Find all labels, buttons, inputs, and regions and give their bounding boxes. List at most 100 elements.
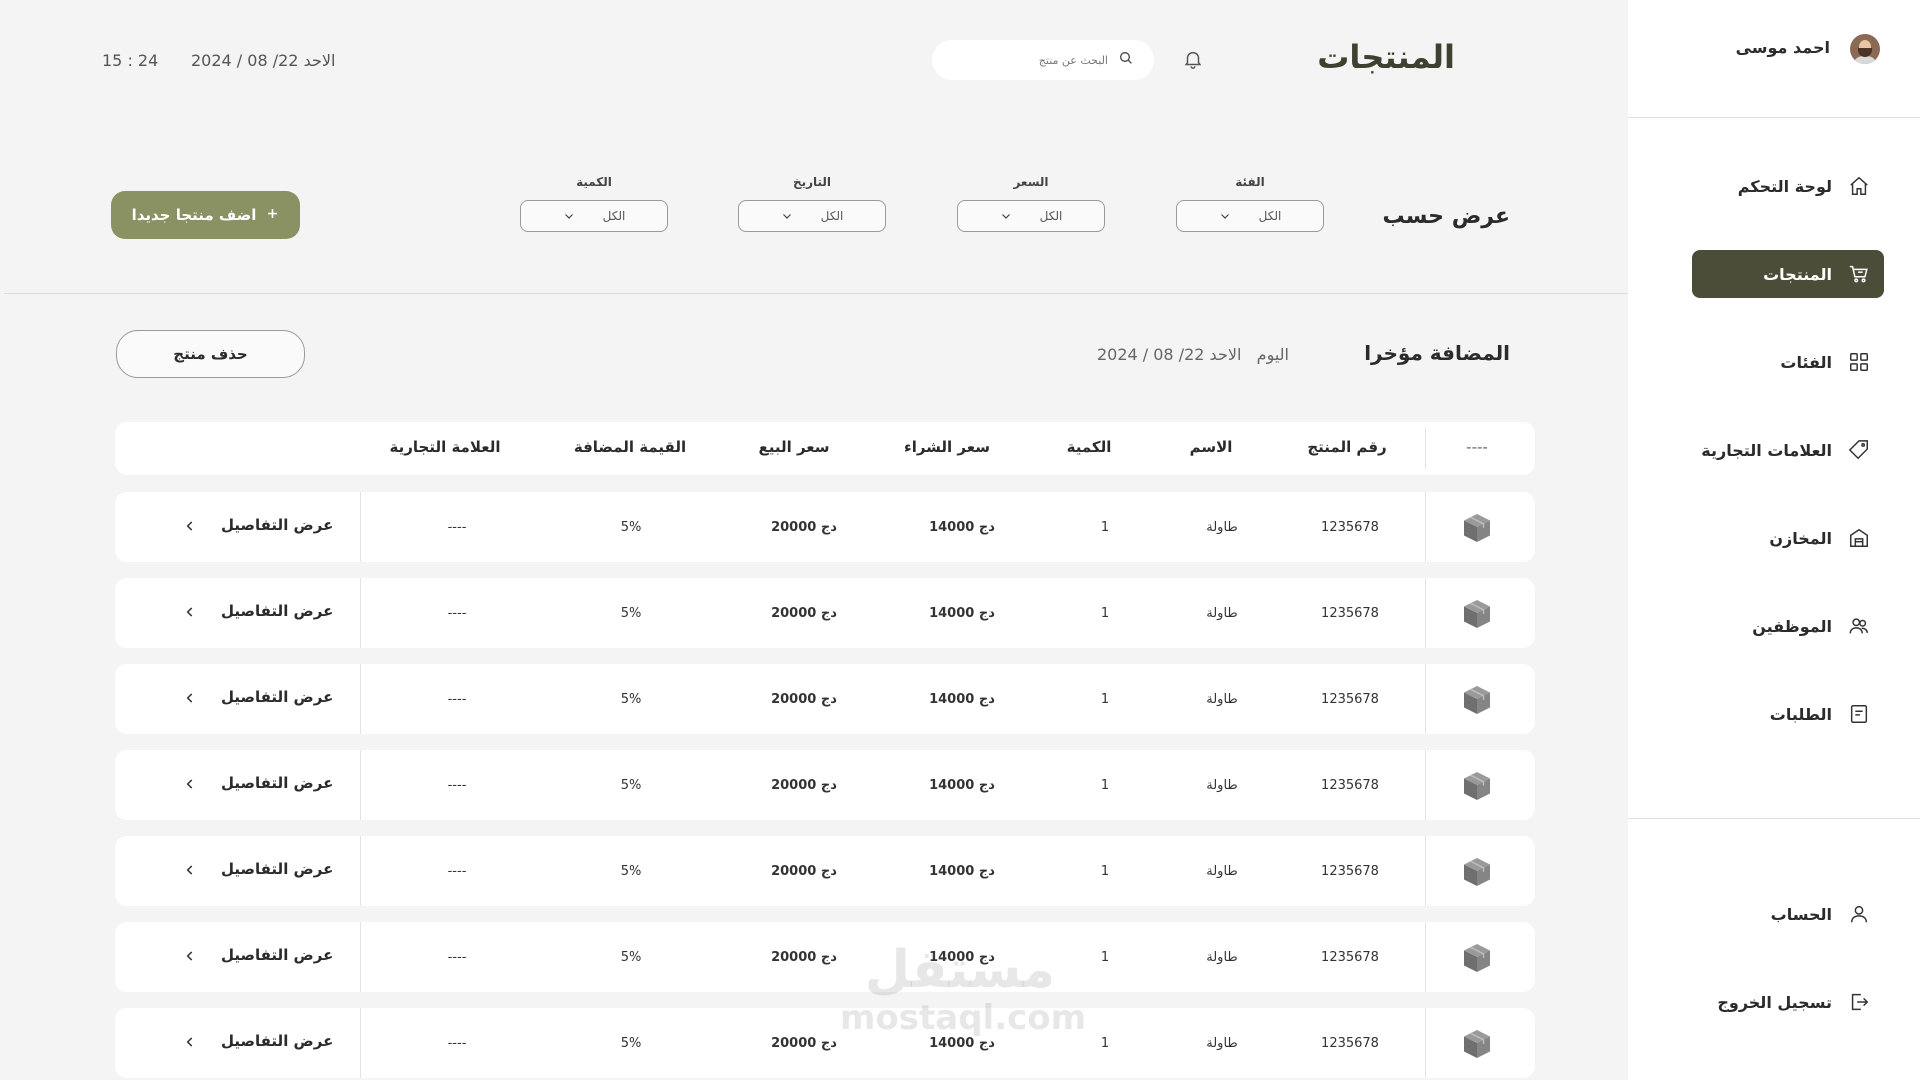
- sidebar-item-logout[interactable]: تسجيل الخروج: [1692, 978, 1884, 1026]
- cell-name: طاولة: [1206, 1036, 1238, 1051]
- filter-date: التاريخ الكل: [738, 175, 886, 232]
- chevron-left-icon: [183, 518, 197, 532]
- table-row[interactable]: 1235678 طاولة 1 14000 دج 20000 دج 5% ---- عرض ا…: [115, 750, 1535, 820]
- column-divider: [360, 750, 361, 820]
- column-divider: [360, 922, 361, 992]
- column-header-name[interactable]: الاسم: [1190, 438, 1233, 456]
- sidebar-item-dashboard[interactable]: لوحة التحكم: [1692, 162, 1884, 210]
- cell-id: 1235678: [1321, 778, 1379, 793]
- cell-brand: ----: [447, 1036, 467, 1051]
- filter-quantity-select[interactable]: الكل: [520, 200, 668, 232]
- sidebar-item-label: المخازن: [1769, 528, 1832, 548]
- view-details-button[interactable]: عرض التفاصيل: [183, 602, 333, 620]
- sidebar: احمد موسى لوحة التحكم المنتجات الفئات ال…: [1628, 0, 1920, 1080]
- section-title: المضافة مؤخرا: [1364, 341, 1510, 365]
- sidebar-item-brands[interactable]: العلامات التجارية: [1692, 426, 1884, 474]
- filter-label: السعر: [1013, 175, 1049, 189]
- chevron-left-icon: [183, 948, 197, 962]
- sidebar-item-account[interactable]: الحساب: [1692, 890, 1884, 938]
- search-box[interactable]: [932, 40, 1154, 80]
- filter-label: الكمية: [576, 175, 612, 189]
- column-divider: [360, 578, 361, 648]
- cell-quantity: 1: [1100, 1036, 1110, 1051]
- search-icon[interactable]: [1118, 50, 1134, 70]
- profile-name: احمد موسى: [1735, 38, 1830, 57]
- sidebar-item-label: المنتجات: [1763, 264, 1832, 284]
- filter-price-select[interactable]: الكل: [957, 200, 1105, 232]
- filter-date-select[interactable]: الكل: [738, 200, 886, 232]
- avatar: [1850, 34, 1880, 64]
- sidebar-item-employees[interactable]: الموظفين: [1692, 602, 1884, 650]
- box-icon: [1460, 597, 1494, 631]
- cell-vat: 5%: [620, 950, 642, 965]
- column-header-brand[interactable]: العلامة التجارية: [390, 438, 501, 456]
- sidebar-item-warehouses[interactable]: المخازن: [1692, 514, 1884, 562]
- table-row[interactable]: 1235678 طاولة 1 14000 دج 20000 دج 5% ---- عرض ا…: [115, 492, 1535, 562]
- filter-category-select[interactable]: الكل: [1176, 200, 1324, 232]
- column-divider: [360, 664, 361, 734]
- sidebar-item-orders[interactable]: الطلبات: [1692, 690, 1884, 738]
- view-details-button[interactable]: عرض التفاصيل: [183, 860, 333, 878]
- column-divider: [1425, 578, 1426, 648]
- add-product-button[interactable]: اضف منتجا جديدا: [111, 191, 300, 239]
- column-divider: [1425, 922, 1426, 992]
- table-row[interactable]: 1235678 طاولة 1 14000 دج 20000 دج 5% ---- عرض ا…: [115, 578, 1535, 648]
- column-header-quantity[interactable]: الكمية: [1067, 438, 1112, 456]
- cell-brand: ----: [447, 606, 467, 621]
- cell-sell-price: 20000 دج: [771, 606, 837, 621]
- column-divider: [1425, 836, 1426, 906]
- filter-label: الفئة: [1235, 175, 1265, 189]
- cell-buy-price: 14000 دج: [929, 950, 995, 965]
- cell-sell-price: 20000 دج: [771, 520, 837, 535]
- column-header-vat[interactable]: القيمة المضافة: [574, 438, 686, 456]
- column-divider: [1425, 664, 1426, 734]
- section-date: اليوم الاحد 22/ 08 / 2024: [1097, 345, 1289, 364]
- recent-date: الاحد 22/ 08 / 2024: [1096, 345, 1242, 364]
- column-header-buy-price[interactable]: سعر الشراء: [904, 438, 990, 456]
- view-details-label: عرض التفاصيل: [221, 602, 334, 620]
- column-header-sell-price[interactable]: سعر البيع: [758, 438, 829, 456]
- cell-name: طاولة: [1206, 778, 1238, 793]
- search-input[interactable]: [968, 53, 1108, 67]
- view-details-label: عرض التفاصيل: [221, 1032, 334, 1050]
- table-row[interactable]: 1235678 طاولة 1 14000 دج 20000 دج 5% ---- عرض ا…: [115, 922, 1535, 992]
- page-title: المنتجات: [1317, 38, 1455, 76]
- view-details-button[interactable]: عرض التفاصيل: [183, 1032, 333, 1050]
- view-details-button[interactable]: عرض التفاصيل: [183, 774, 333, 792]
- cell-quantity: 1: [1100, 692, 1110, 707]
- view-details-label: عرض التفاصيل: [221, 860, 334, 878]
- warehouse-icon: [1848, 527, 1870, 549]
- view-details-button[interactable]: عرض التفاصيل: [183, 946, 333, 964]
- filter-value: الكل: [820, 209, 844, 223]
- delete-product-button[interactable]: حذف منتج: [116, 330, 305, 378]
- table-row[interactable]: 1235678 طاولة 1 14000 دج 20000 دج 5% ---- عرض ا…: [115, 1008, 1535, 1078]
- table-row[interactable]: 1235678 طاولة 1 14000 دج 20000 دج 5% ---- عرض ا…: [115, 664, 1535, 734]
- cell-vat: 5%: [620, 692, 642, 707]
- cell-quantity: 1: [1100, 520, 1110, 535]
- chevron-left-icon: [183, 690, 197, 704]
- current-date: الاحد 22/ 08 / 2024: [191, 51, 336, 70]
- cell-buy-price: 14000 دج: [929, 1036, 995, 1051]
- cell-vat: 5%: [620, 778, 642, 793]
- cell-id: 1235678: [1321, 864, 1379, 879]
- cell-id: 1235678: [1321, 606, 1379, 621]
- cell-name: طاولة: [1206, 520, 1238, 535]
- table-row[interactable]: 1235678 طاولة 1 14000 دج 20000 دج 5% ---- عرض ا…: [115, 836, 1535, 906]
- bell-icon[interactable]: [1182, 48, 1204, 70]
- view-details-button[interactable]: عرض التفاصيل: [183, 688, 333, 706]
- sidebar-item-products[interactable]: المنتجات: [1692, 250, 1884, 298]
- chevron-down-icon: [1001, 214, 1010, 219]
- filter-price: السعر الكل: [957, 175, 1105, 232]
- profile[interactable]: احمد موسى: [1628, 0, 1920, 118]
- chevron-left-icon: [183, 604, 197, 618]
- column-header-id[interactable]: رقم المنتج: [1307, 438, 1386, 456]
- box-icon: [1460, 511, 1494, 545]
- filter-label: التاريخ: [792, 175, 832, 189]
- logout-icon: [1848, 991, 1870, 1013]
- cell-brand: ----: [447, 692, 467, 707]
- today-label: اليوم: [1256, 345, 1289, 364]
- sidebar-item-categories[interactable]: الفئات: [1692, 338, 1884, 386]
- cell-buy-price: 14000 دج: [929, 692, 995, 707]
- sidebar-item-label: الطلبات: [1769, 704, 1832, 724]
- view-details-button[interactable]: عرض التفاصيل: [183, 516, 333, 534]
